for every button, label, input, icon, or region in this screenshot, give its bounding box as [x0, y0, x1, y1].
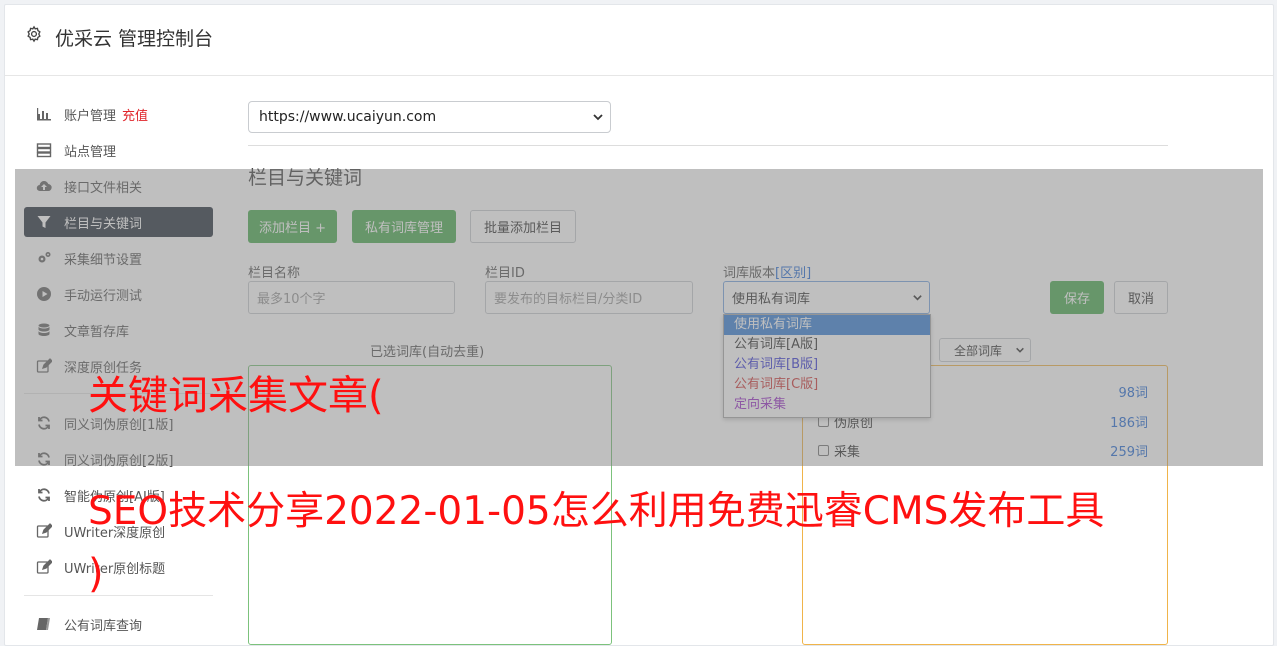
sidebar-item-uwriter-title[interactable]: UWriter原创标题	[24, 552, 213, 582]
gear-icon	[27, 25, 41, 43]
overlay-band	[15, 169, 1263, 466]
divider	[248, 145, 1168, 146]
app-header: 优采云 管理控制台	[5, 5, 1273, 76]
overlay-headline-line3: )	[88, 551, 104, 597]
server-icon	[29, 142, 59, 158]
page-title: 优采云 管理控制台	[55, 28, 214, 50]
sidebar-item-sites[interactable]: 站点管理	[24, 135, 213, 165]
sidebar-item-public-lib[interactable]: 公有词库查询	[24, 609, 213, 639]
site-select[interactable]: https://www.ucaiyun.com	[248, 101, 611, 133]
sidebar-item-label: UWriter原创标题	[64, 561, 166, 577]
edit-icon	[29, 559, 59, 575]
recharge-link[interactable]: 充值	[122, 105, 148, 124]
sidebar-item-account[interactable]: 账户管理 充值	[24, 99, 213, 129]
bar-chart-icon	[29, 106, 59, 122]
sidebar-divider	[24, 595, 213, 596]
sidebar-item-label: 公有词库查询	[64, 618, 143, 634]
overlay-headline-line2: SEO技术分享2022-01-05怎么利用免费迅睿CMS发布工具	[88, 489, 1105, 534]
sidebar-item-label: 站点管理	[64, 144, 117, 160]
edit-icon	[29, 523, 59, 539]
refresh-icon	[29, 487, 59, 503]
overlay-headline-line1: 关键词采集文章(	[88, 373, 384, 419]
chevron-down-icon	[593, 114, 603, 121]
sidebar-item-label: 账户管理	[64, 108, 117, 124]
site-select-value: https://www.ucaiyun.com	[259, 109, 437, 125]
book-icon	[29, 616, 59, 632]
